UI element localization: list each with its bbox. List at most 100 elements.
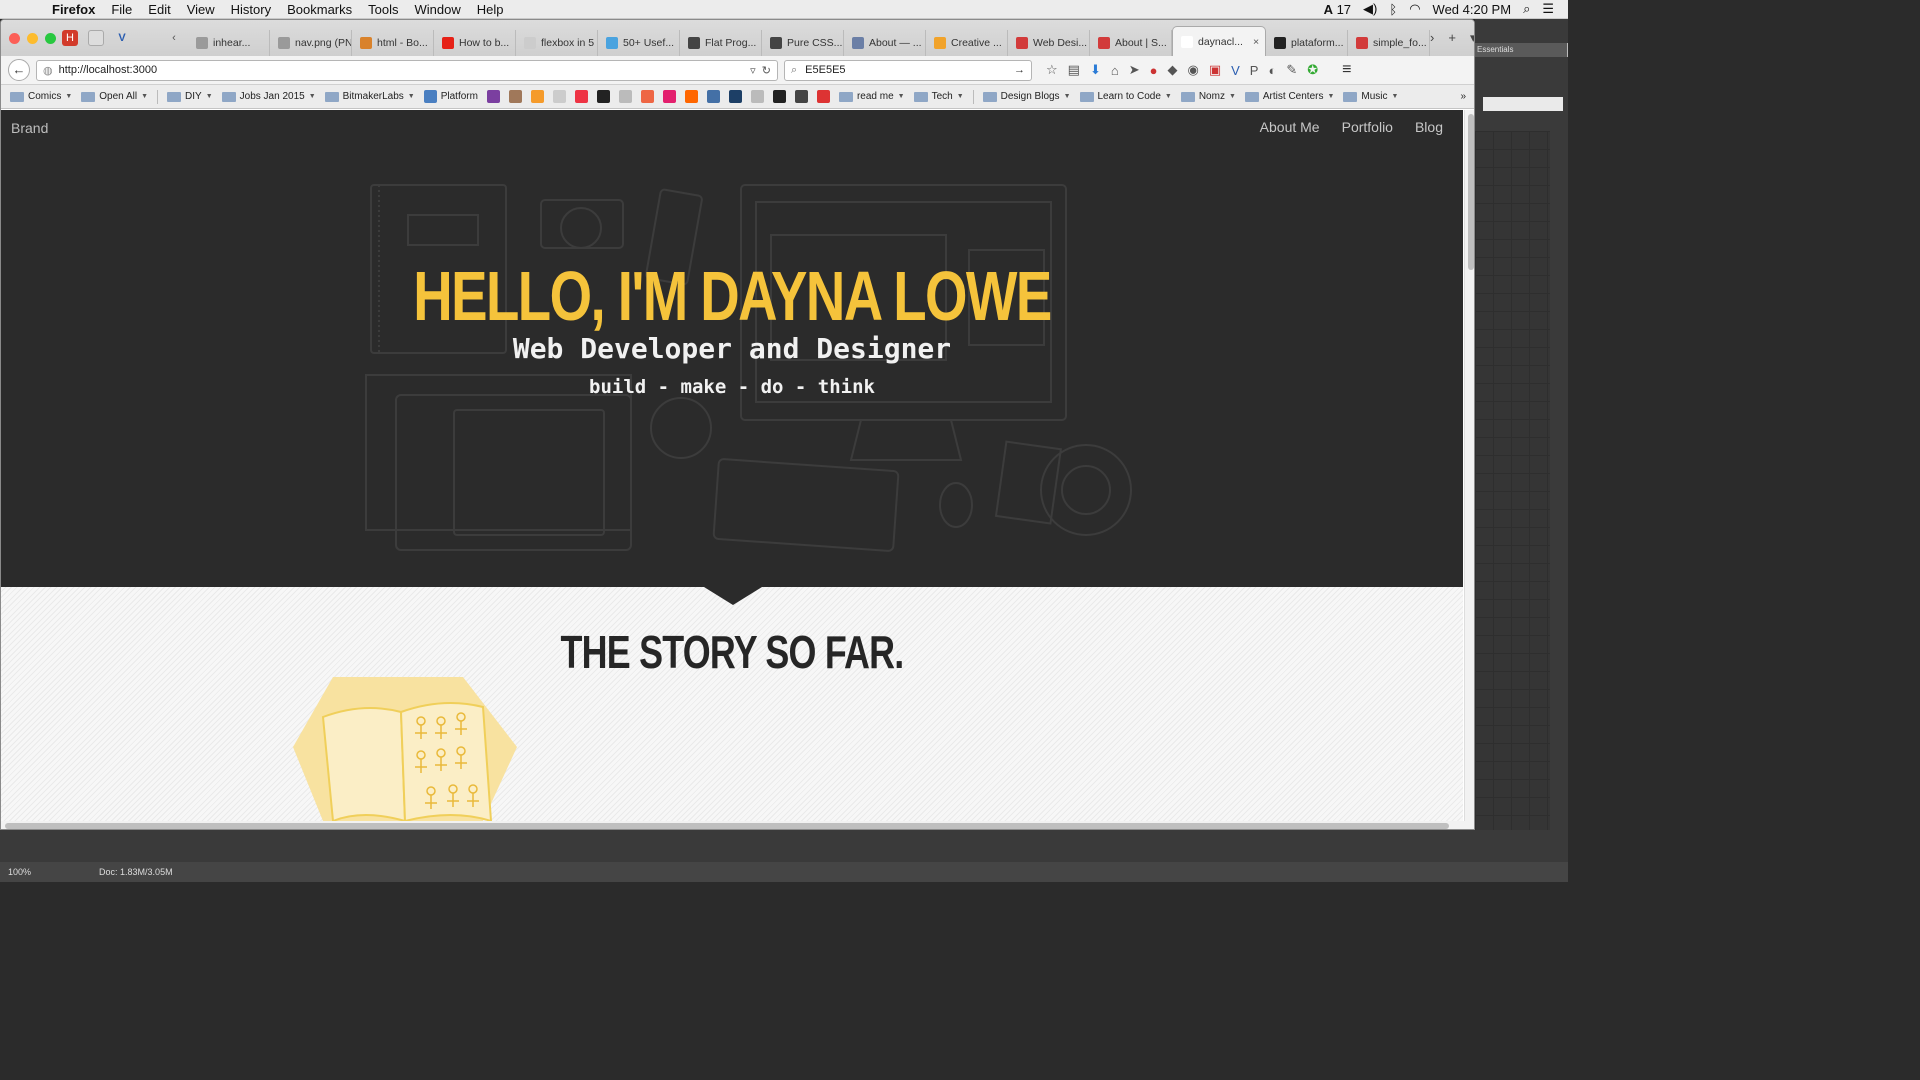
- bookmark-favicon-icon[interactable]: [618, 90, 632, 103]
- bookmarks-overflow-icon[interactable]: »: [1460, 91, 1474, 102]
- bookmark-favicon-icon[interactable]: [684, 90, 698, 103]
- bookmark-folder[interactable]: BitmakerLabs ▼: [324, 91, 415, 102]
- bookmark-favicon-icon[interactable]: [772, 90, 786, 103]
- bookmark-favicon-icon[interactable]: [508, 90, 522, 103]
- zoom-window-icon[interactable]: [45, 32, 56, 44]
- bookmark-favicon-icon[interactable]: [574, 90, 588, 103]
- notification-center-icon[interactable]: ☰: [1542, 1, 1554, 17]
- browser-tab[interactable]: About | S...: [1090, 30, 1172, 56]
- nav-portfolio[interactable]: Portfolio: [1342, 119, 1393, 135]
- reading-list-icon[interactable]: ▤: [1068, 62, 1080, 78]
- ghostery-icon[interactable]: ◉: [1187, 62, 1198, 78]
- nav-about-me[interactable]: About Me: [1260, 119, 1320, 135]
- adblock-icon[interactable]: ●: [1150, 63, 1158, 78]
- bookmark-favicon-icon[interactable]: [750, 90, 764, 103]
- p-extension-icon[interactable]: P: [1250, 63, 1259, 78]
- url-dropdown-icon[interactable]: ▿ ↻: [750, 64, 777, 77]
- bookmark-favicon-icon[interactable]: [662, 90, 676, 103]
- bookmark-folder[interactable]: Learn to Code ▼: [1079, 91, 1172, 102]
- bookmark-link[interactable]: Platform: [423, 90, 478, 103]
- wifi-icon[interactable]: ◠: [1409, 1, 1420, 17]
- browser-tab[interactable]: 50+ Usef...: [598, 30, 680, 56]
- browser-tab[interactable]: Pure CSS...: [762, 30, 844, 56]
- bookmark-favicon-icon[interactable]: [728, 90, 742, 103]
- bookmark-favicon-icon[interactable]: [596, 90, 610, 103]
- close-tab-icon[interactable]: ×: [1253, 36, 1259, 48]
- bookmark-folder[interactable]: Comics ▼: [10, 91, 72, 102]
- menu-tools[interactable]: Tools: [360, 2, 406, 17]
- back-button[interactable]: ←: [8, 59, 30, 81]
- tabs-scroll-right-icon[interactable]: ›: [1430, 30, 1434, 46]
- pinned-tab-v-icon[interactable]: V: [114, 30, 130, 46]
- bookmark-favicon-icon[interactable]: [552, 90, 566, 103]
- bookmark-folder[interactable]: DIY ▼: [167, 91, 213, 102]
- minimize-window-icon[interactable]: [27, 32, 38, 44]
- bookmark-favicon-icon[interactable]: [530, 90, 544, 103]
- browser-tab[interactable]: How to b...: [434, 30, 516, 56]
- app-menu[interactable]: Firefox: [44, 2, 103, 17]
- bookmark-folder[interactable]: Open All ▼: [81, 91, 148, 102]
- new-tab-icon[interactable]: +: [1448, 30, 1456, 46]
- nav-blog[interactable]: Blog: [1415, 119, 1443, 135]
- browser-tab[interactable]: html - Bo...: [352, 30, 434, 56]
- volume-icon[interactable]: ◀): [1363, 1, 1377, 17]
- extension-icon[interactable]: ◆: [1167, 62, 1177, 78]
- adobe-status-icon[interactable]: A 17: [1324, 2, 1351, 17]
- spotlight-icon[interactable]: ⌕: [1523, 1, 1530, 17]
- pinned-tab-apple-icon[interactable]: [140, 30, 156, 46]
- bookmark-favicon-icon[interactable]: [706, 90, 720, 103]
- home-icon[interactable]: ⌂: [1111, 63, 1119, 78]
- list-all-tabs-icon[interactable]: ▾: [1470, 30, 1474, 46]
- bookmark-favicon-icon[interactable]: [486, 90, 500, 103]
- bookmark-folder[interactable]: Nomz ▼: [1180, 91, 1236, 102]
- panel-field[interactable]: [1483, 97, 1563, 111]
- pinned-tab-blank-icon[interactable]: [88, 30, 104, 46]
- bookmark-star-icon[interactable]: ☆: [1046, 62, 1058, 78]
- horizontal-scroll-thumb[interactable]: [5, 823, 1449, 829]
- browser-tab[interactable]: simple_fo...: [1348, 30, 1430, 56]
- horizontal-scrollbar[interactable]: [1, 821, 1474, 829]
- downloads-icon[interactable]: ⬇: [1090, 62, 1101, 78]
- browser-tab[interactable]: Flat Prog...: [680, 30, 762, 56]
- browser-tab[interactable]: daynacl... ×: [1172, 26, 1266, 56]
- addon-icon[interactable]: ✪: [1307, 62, 1318, 78]
- bookmark-folder[interactable]: Design Blogs ▼: [982, 91, 1071, 102]
- browser-tab[interactable]: plataform...: [1266, 30, 1348, 56]
- eyedropper-icon[interactable]: ✎: [1286, 62, 1297, 78]
- workspace-switcher[interactable]: Essentials: [1475, 43, 1568, 57]
- bookmark-folder[interactable]: read me ▼: [838, 91, 905, 102]
- menu-edit[interactable]: Edit: [140, 2, 178, 17]
- clock[interactable]: Wed 4:20 PM: [1433, 2, 1512, 17]
- bookmark-folder[interactable]: Tech ▼: [913, 91, 964, 102]
- browser-tab[interactable]: Creative ...: [926, 30, 1008, 56]
- bookmark-favicon-icon[interactable]: [640, 90, 654, 103]
- v-extension-icon[interactable]: V: [1231, 63, 1240, 78]
- menu-file[interactable]: File: [103, 2, 140, 17]
- bookmark-favicon-icon[interactable]: [816, 90, 830, 103]
- menu-view[interactable]: View: [179, 2, 223, 17]
- menu-help[interactable]: Help: [469, 2, 512, 17]
- menu-bookmarks[interactable]: Bookmarks: [279, 2, 360, 17]
- menu-history[interactable]: History: [223, 2, 279, 17]
- bookmark-folder[interactable]: Jobs Jan 2015 ▼: [221, 91, 316, 102]
- close-window-icon[interactable]: [9, 32, 20, 44]
- browser-tab[interactable]: inhear...: [188, 30, 270, 56]
- menu-hamburger-icon[interactable]: ≡: [1342, 61, 1351, 79]
- bookmark-favicon-icon[interactable]: [794, 90, 808, 103]
- bookmark-folder[interactable]: Music ▼: [1343, 91, 1398, 102]
- browser-tab[interactable]: flexbox in 5 m...: [516, 30, 598, 56]
- browser-tab[interactable]: Web Desi...: [1008, 30, 1090, 56]
- browser-tab[interactable]: About — ...: [844, 30, 926, 56]
- pocket-icon[interactable]: ▣: [1209, 62, 1221, 78]
- brand-link[interactable]: Brand: [11, 120, 48, 136]
- send-icon[interactable]: ➤: [1129, 62, 1140, 78]
- vertical-scroll-thumb[interactable]: [1468, 114, 1474, 270]
- browser-tab[interactable]: nav.png (PNG...: [270, 30, 352, 56]
- url-bar[interactable]: ◍ http://localhost:3000 ▿ ↻: [36, 59, 778, 81]
- pinned-tab-h-icon[interactable]: H: [62, 30, 78, 46]
- zoom-level[interactable]: 100%: [0, 867, 39, 877]
- vertical-scrollbar[interactable]: [1464, 110, 1474, 821]
- menu-window[interactable]: Window: [407, 2, 469, 17]
- evernote-icon[interactable]: ◐: [1268, 63, 1276, 78]
- bluetooth-icon[interactable]: ᛒ: [1389, 2, 1397, 17]
